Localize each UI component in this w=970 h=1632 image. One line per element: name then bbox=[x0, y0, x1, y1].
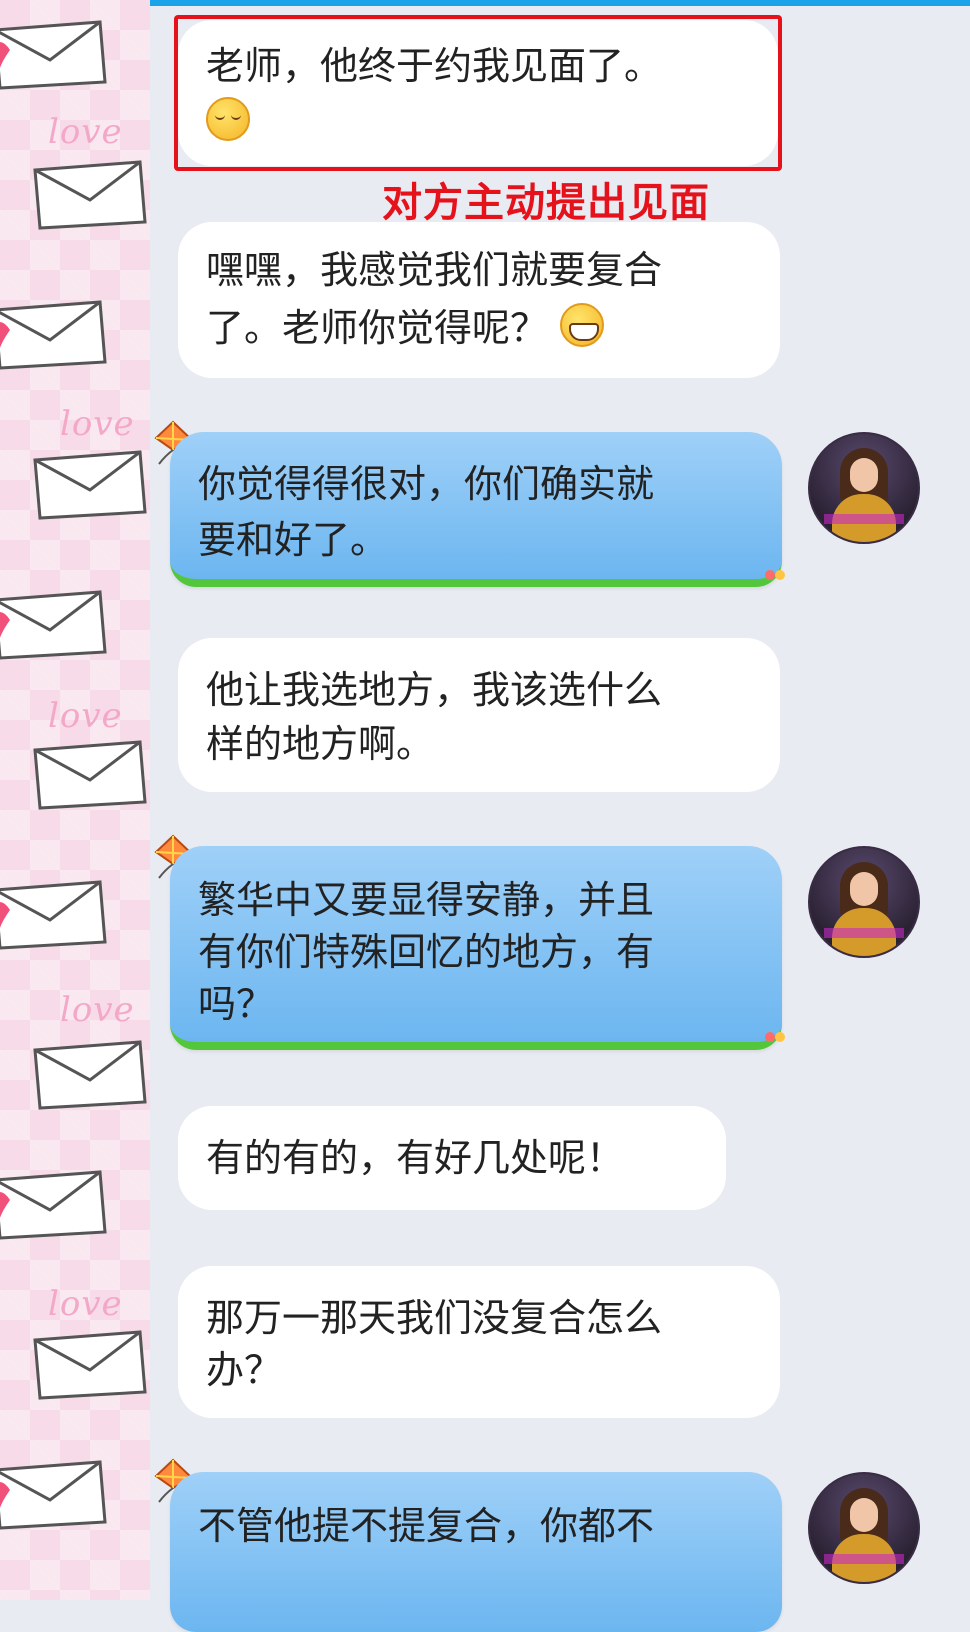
message-text: 不管他提不提复合，你都不 bbox=[198, 1504, 655, 1548]
love-text: love bbox=[60, 990, 135, 1030]
message-text: 要和好了。 bbox=[198, 518, 389, 562]
envelope-icon bbox=[0, 590, 107, 660]
avatar[interactable] bbox=[808, 1472, 920, 1584]
annotation-label: 对方主动提出见面 bbox=[382, 179, 710, 226]
message-bubble-outgoing[interactable]: 不管他提不提复合，你都不 bbox=[170, 1472, 782, 1632]
message-bubble-outgoing[interactable]: 繁华中又要显得安静，并且 有你们特殊回忆的地方，有 吗？ bbox=[170, 846, 782, 1050]
envelope-icon bbox=[0, 1460, 107, 1530]
love-text: love bbox=[60, 404, 135, 444]
message-bubble-outgoing[interactable]: 你觉得得很对，你们确实就 要和好了。 bbox=[170, 432, 782, 587]
envelope-icon bbox=[33, 740, 147, 810]
message-text: 他让我选地方，我该选什么 bbox=[206, 668, 663, 712]
message-text: 了。老师你觉得呢？ bbox=[206, 306, 549, 350]
message-text: 办？ bbox=[206, 1348, 283, 1392]
envelope-icon bbox=[33, 160, 147, 230]
avatar[interactable] bbox=[808, 432, 920, 544]
avatar[interactable] bbox=[808, 846, 920, 958]
message-text: 嘿嘿，我感觉我们就要复合 bbox=[206, 248, 663, 292]
message-bubble-incoming[interactable]: 有的有的，有好几处呢！ bbox=[178, 1106, 726, 1210]
highlight-box bbox=[174, 15, 782, 171]
envelope-icon bbox=[0, 300, 107, 370]
message-bubble-incoming[interactable]: 他让我选地方，我该选什么 样的地方啊。 bbox=[178, 638, 780, 792]
message-bubble-incoming[interactable]: 嘿嘿，我感觉我们就要复合 了。老师你觉得呢？ bbox=[178, 222, 780, 378]
envelope-icon bbox=[0, 20, 107, 90]
message-text: 那万一那天我们没复合怎么 bbox=[206, 1296, 663, 1340]
love-text: love bbox=[48, 1284, 123, 1324]
love-text: love bbox=[48, 696, 123, 736]
envelope-icon bbox=[33, 1040, 147, 1110]
envelope-icon bbox=[33, 1330, 147, 1400]
message-text: 有的有的，有好几处呢！ bbox=[206, 1136, 625, 1180]
top-accent-bar bbox=[148, 0, 970, 6]
chat-wallpaper: love love love love love bbox=[0, 0, 150, 1600]
flower-icon bbox=[765, 570, 785, 580]
message-text: 繁华中又要显得安静，并且 bbox=[198, 878, 655, 922]
flower-icon bbox=[765, 1032, 785, 1042]
message-text: 你觉得得很对，你们确实就 bbox=[198, 462, 655, 506]
grin-emoji-icon bbox=[560, 303, 605, 347]
love-text: love bbox=[48, 112, 123, 152]
message-text: 吗？ bbox=[198, 982, 275, 1026]
envelope-icon bbox=[0, 1170, 107, 1240]
envelope-icon bbox=[0, 880, 107, 950]
message-bubble-incoming[interactable]: 那万一那天我们没复合怎么 办？ bbox=[178, 1266, 780, 1418]
envelope-icon bbox=[33, 450, 147, 520]
message-text: 有你们特殊回忆的地方，有 bbox=[198, 930, 655, 974]
message-text: 样的地方啊。 bbox=[206, 722, 435, 766]
